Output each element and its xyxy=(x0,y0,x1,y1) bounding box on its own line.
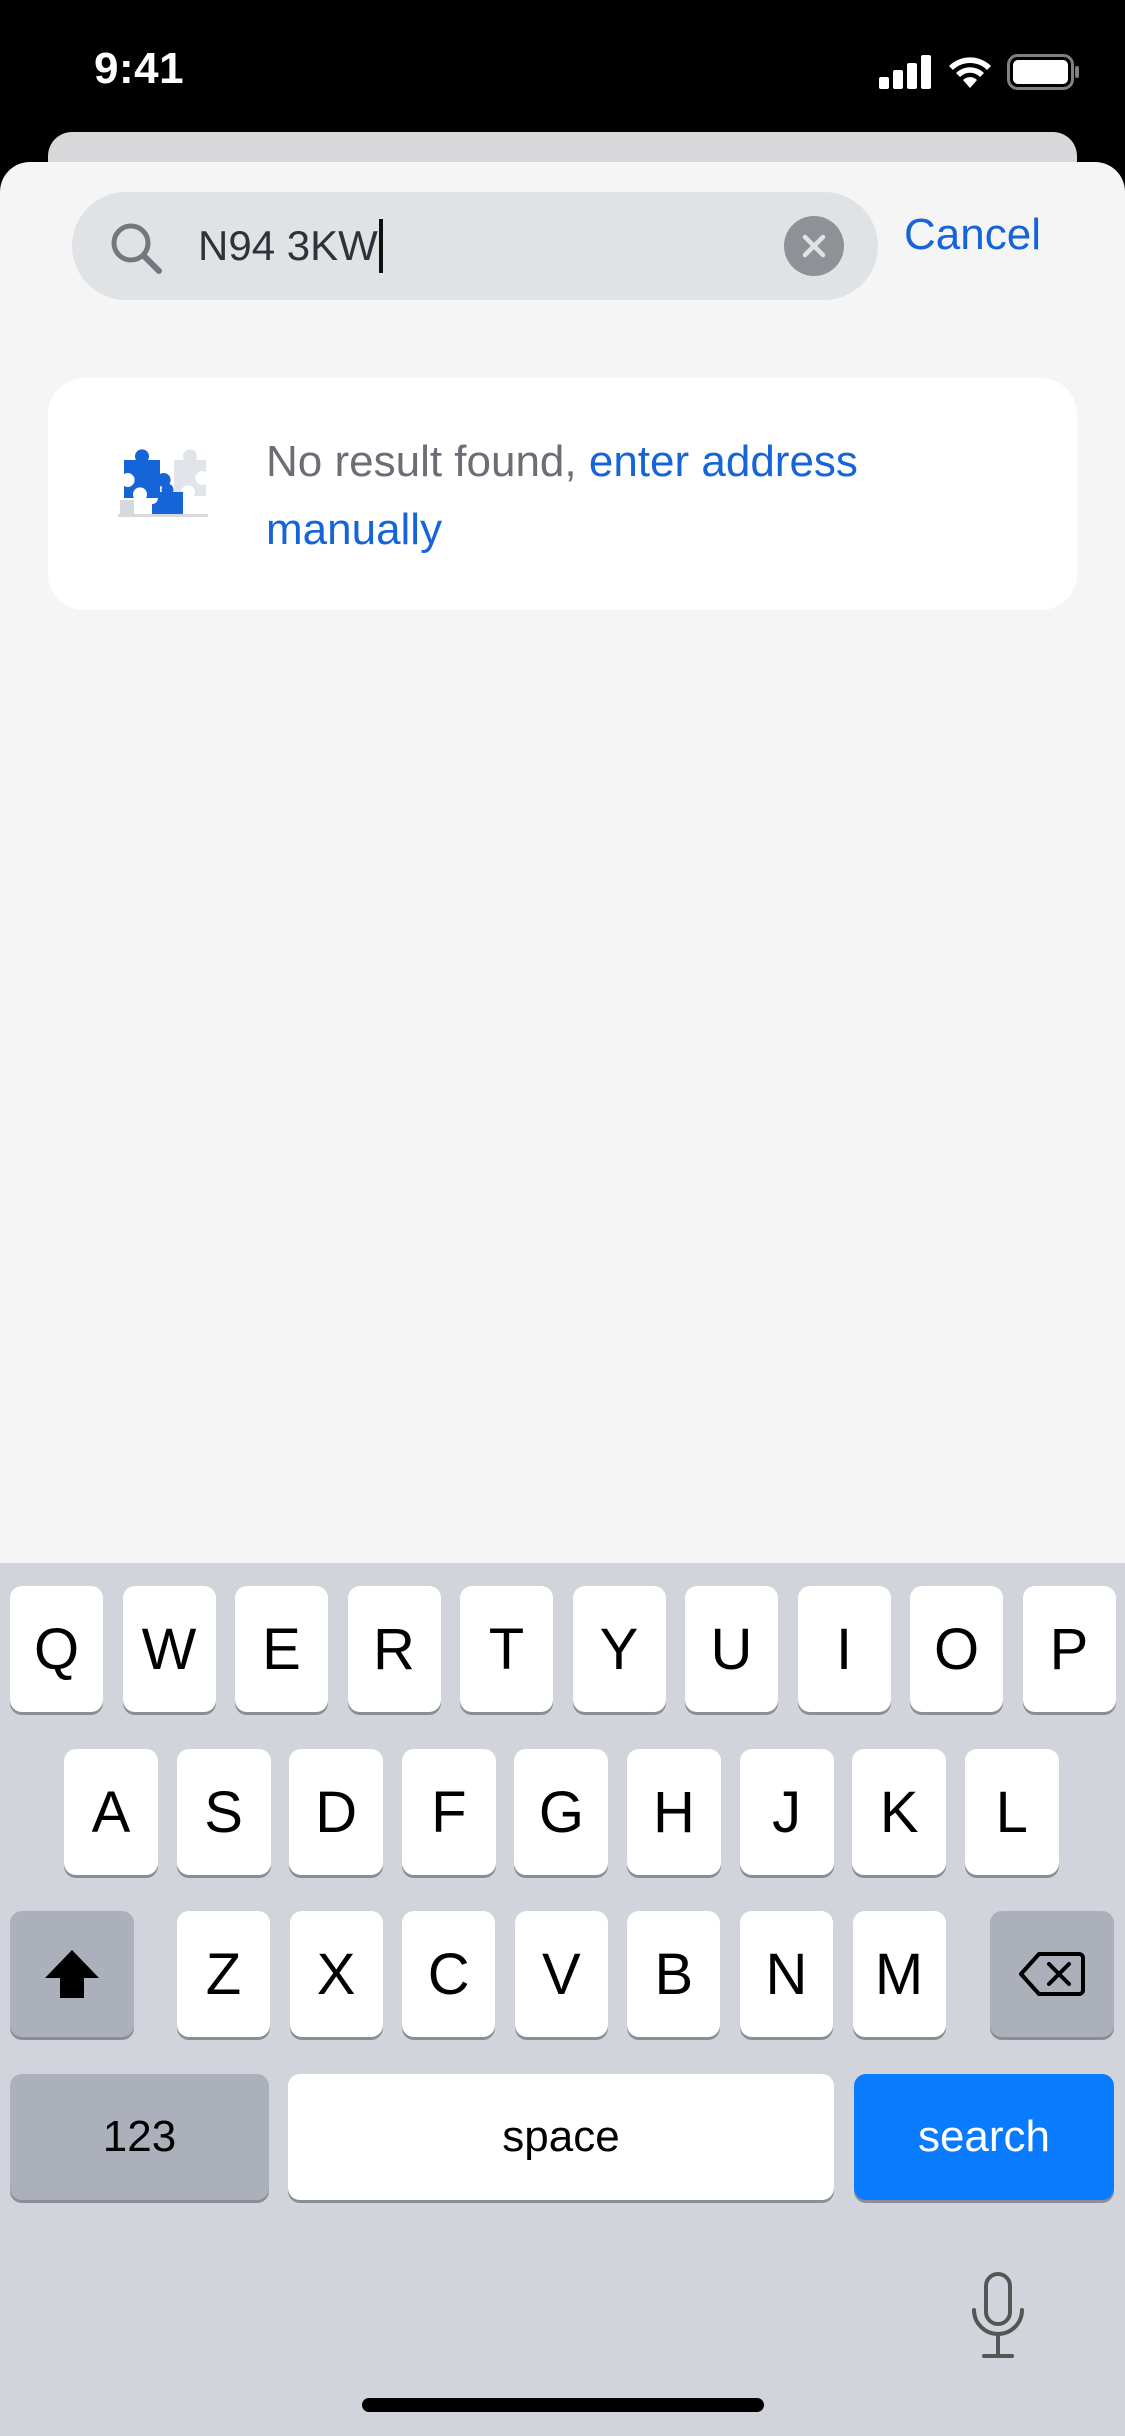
key-g[interactable]: G xyxy=(514,1749,609,1875)
no-result-message: No result found, enter address manually xyxy=(266,428,1026,564)
key-j[interactable]: J xyxy=(739,1749,834,1875)
key-l[interactable]: L xyxy=(964,1749,1059,1875)
search-key[interactable]: search xyxy=(854,2074,1114,2200)
status-icons xyxy=(879,52,1081,92)
key-z[interactable]: Z xyxy=(177,1911,270,2037)
key-e[interactable]: E xyxy=(235,1586,328,1712)
key-m[interactable]: M xyxy=(852,1911,946,2037)
backspace-icon xyxy=(1019,1952,1085,1996)
search-query: N94 3KW xyxy=(198,222,378,269)
cancel-button[interactable]: Cancel xyxy=(904,210,1041,260)
clear-search-button[interactable] xyxy=(784,216,844,276)
key-h[interactable]: H xyxy=(627,1749,721,1875)
key-x[interactable]: X xyxy=(289,1911,383,2037)
key-t[interactable]: T xyxy=(460,1586,553,1712)
numbers-key[interactable]: 123 xyxy=(10,2074,269,2200)
key-o[interactable]: O xyxy=(910,1586,1003,1712)
key-n[interactable]: N xyxy=(740,1911,833,2037)
search-input[interactable]: N94 3KW xyxy=(198,216,383,276)
battery-icon xyxy=(1007,54,1079,90)
key-r[interactable]: R xyxy=(347,1586,441,1712)
puzzle-icon xyxy=(118,449,208,517)
search-bar[interactable]: N94 3KW xyxy=(72,192,878,300)
key-i[interactable]: I xyxy=(797,1586,891,1712)
search-icon xyxy=(111,223,162,274)
text-caret xyxy=(378,219,383,273)
no-result-label: No result found, xyxy=(266,437,589,486)
key-v[interactable]: V xyxy=(514,1911,608,2037)
status-bar: 9:41 xyxy=(0,0,1125,140)
microphone-icon[interactable] xyxy=(966,2270,1030,2360)
key-y[interactable]: Y xyxy=(572,1586,666,1712)
shift-key[interactable] xyxy=(10,1911,134,2037)
key-p[interactable]: P xyxy=(1022,1586,1116,1712)
no-result-card: No result found, enter address manually xyxy=(48,378,1077,610)
home-indicator xyxy=(362,2398,764,2412)
key-d[interactable]: D xyxy=(289,1749,384,1875)
space-key[interactable]: space xyxy=(288,2074,834,2200)
key-w[interactable]: W xyxy=(122,1586,216,1712)
delete-key[interactable] xyxy=(990,1911,1114,2037)
key-a[interactable]: A xyxy=(64,1749,158,1875)
key-q[interactable]: Q xyxy=(10,1586,103,1712)
key-k[interactable]: K xyxy=(852,1749,947,1875)
wifi-icon xyxy=(949,57,991,88)
shift-icon xyxy=(45,1950,99,1998)
key-c[interactable]: C xyxy=(402,1911,496,2037)
clear-icon xyxy=(802,234,826,258)
key-u[interactable]: U xyxy=(685,1586,778,1712)
key-s[interactable]: S xyxy=(176,1749,271,1875)
key-b[interactable]: B xyxy=(627,1911,721,2037)
key-f[interactable]: F xyxy=(401,1749,496,1875)
status-time: 9:41 xyxy=(94,44,185,93)
cellular-signal-icon xyxy=(879,55,931,89)
